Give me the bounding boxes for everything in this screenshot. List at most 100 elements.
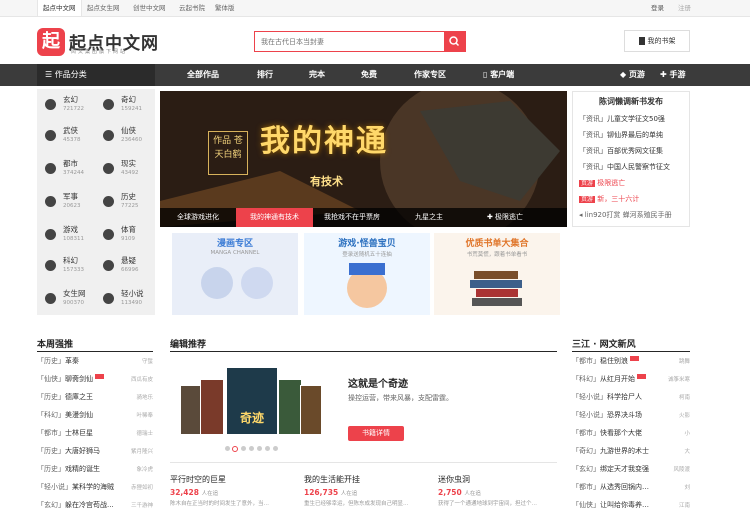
banner-tab-1[interactable]: 全球游戏进化: [160, 208, 236, 227]
site-logo[interactable]: 起 起点中文网 阅文集团旗下网站: [37, 28, 167, 56]
book-cover[interactable]: [200, 379, 224, 435]
genre-youxi[interactable]: 游戏 108311: [39, 221, 97, 248]
genre-icon: [103, 260, 114, 271]
promo-manga[interactable]: 漫画专区 MANGA CHANNEL: [172, 233, 298, 315]
news-item[interactable]: 「资讯」铆仙界最后的单纯: [579, 130, 663, 140]
genre-icon: [45, 163, 56, 174]
book-carousel[interactable]: 奇迹: [180, 365, 325, 435]
weekly-row[interactable]: 「历史」大唐好狮马 紫月隆兴: [37, 446, 153, 456]
nav-mobile-games[interactable]: ✚ 手游: [660, 64, 686, 86]
genre-lishi[interactable]: 历史 77225: [97, 188, 155, 215]
nav-finished[interactable]: 完本: [309, 64, 325, 86]
banner-author-tag: 作品 苍天白鹤: [208, 131, 248, 175]
genre-kehuan[interactable]: 科幻 157333: [39, 252, 97, 279]
site-link-chuangshi[interactable]: 创世中文网: [128, 0, 171, 16]
genre-xianshi[interactable]: 现实 43492: [97, 155, 155, 182]
news-item[interactable]: 「资讯」百部优秀网文征集: [579, 146, 663, 156]
genre-xuanyi[interactable]: 悬疑 66996: [97, 252, 155, 279]
nav-web-games[interactable]: ◆ 页游: [620, 64, 645, 86]
sanjiang-row[interactable]: 「奇幻」九游世界的术士大: [572, 446, 690, 456]
login-link[interactable]: 登录: [651, 0, 664, 16]
site-link-yunqi[interactable]: 云起书院: [174, 0, 210, 16]
news-box: 陈词懒调新书发布 「资讯」儿童文学征文50强 「资讯」铆仙界最后的单纯 「资讯」…: [572, 91, 690, 227]
genre-icon: [45, 260, 56, 271]
site-link-traditional[interactable]: 繁体版: [210, 0, 240, 16]
sanjiang-row[interactable]: 「科幻」从红月开始 诚筝米寒: [572, 374, 690, 384]
book-cover[interactable]: [278, 379, 302, 435]
category-menu[interactable]: ☰ 作品分类: [37, 64, 155, 86]
carousel-dot[interactable]: [241, 446, 246, 451]
recommended-book[interactable]: 平行时空的巨星 32,428 人在追 陈木自在正当时的时间发生了意外，当…: [170, 474, 296, 507]
weekly-row[interactable]: 「科幻」美漫剑仙 叶稀奉: [37, 410, 153, 420]
register-link[interactable]: 注册: [678, 0, 691, 16]
carousel-dot-active[interactable]: [232, 445, 238, 452]
bookshelf-button[interactable]: 我的书架: [624, 30, 690, 52]
genre-wuxia[interactable]: 武侠 45378: [39, 122, 97, 149]
search-input[interactable]: [255, 32, 445, 51]
genre-dushi[interactable]: 都市 374244: [39, 155, 97, 182]
sanjiang-row[interactable]: 「仙侠」让叫给你毒养… 江南: [572, 500, 690, 510]
carousel-dot[interactable]: [257, 446, 262, 451]
genre-qihuan[interactable]: 奇幻 159241: [97, 91, 155, 118]
sanjiang-row[interactable]: 「都市」稳住别浪 跳舞: [572, 356, 690, 366]
sanjiang-row[interactable]: 「都市」快看那个大佬小: [572, 428, 690, 438]
genre-icon: [45, 229, 56, 240]
news-item[interactable]: 页游 新，三十六计: [579, 194, 639, 204]
genre-icon: [103, 163, 114, 174]
genre-icon: [103, 293, 114, 304]
news-heading[interactable]: 陈词懒调新书发布: [573, 96, 689, 107]
hot-badge: [95, 374, 104, 379]
genre-tiyu[interactable]: 体育 9109: [97, 221, 155, 248]
banner-tab-4[interactable]: 九星之主: [391, 208, 467, 227]
banner-tab-2[interactable]: 我的神通有技术: [236, 208, 313, 227]
recommended-book[interactable]: 迷你虫洞 2,750 人在追 获得了一个通通地球到宇宙间，担过个…: [438, 474, 557, 507]
recommended-book[interactable]: 我的生活能开挂 126,735 人在追 重生已经够幸运，但陈东成发现自己明显…: [304, 474, 430, 507]
news-item[interactable]: 「资讯」儿童文学征文50强: [579, 114, 665, 124]
weekly-divider: [37, 351, 153, 352]
weekly-row[interactable]: 「仙侠」聊斋剑仙 西瓜有皮: [37, 374, 153, 384]
news-item[interactable]: 「资讯」中国人民警察节征文: [579, 162, 670, 172]
site-link-qidian-female[interactable]: 起点女生网: [82, 0, 125, 16]
weekly-row[interactable]: 「都市」士林巨星 德瑞士: [37, 428, 153, 438]
book-cover[interactable]: [300, 385, 322, 435]
promo-booklist[interactable]: 优质书单大集合 书荒莫慌，跟着书单看书: [434, 233, 560, 315]
featured-book-cover[interactable]: 奇迹: [226, 367, 278, 435]
weekly-row[interactable]: 「历史」德庫之王 骑地乐: [37, 392, 153, 402]
nav-client[interactable]: ▯ 客户端: [483, 64, 514, 86]
genre-xianxia[interactable]: 仙侠 236460: [97, 122, 155, 149]
book-cover[interactable]: [180, 385, 202, 435]
search-button[interactable]: [444, 32, 465, 51]
sanjiang-row[interactable]: 「轻小说」科学拾尸人 柯南: [572, 392, 690, 402]
weekly-row[interactable]: 「历史」革秦 守蜇: [37, 356, 153, 366]
weekly-row[interactable]: 「轻小说」某科学的海贼 赤狸如初: [37, 482, 153, 492]
book-details-button[interactable]: 书籍详情: [348, 426, 404, 441]
nav-ranking[interactable]: 排行: [257, 64, 273, 86]
hero-banner[interactable]: 作品 苍天白鹤 我的神通 有技术: [160, 91, 567, 227]
carousel-dot[interactable]: [249, 446, 254, 451]
site-link-qidian[interactable]: 起点中文网: [37, 0, 82, 16]
news-item[interactable]: 页游 极限逃亡: [579, 178, 625, 188]
genre-light-novel[interactable]: 轻小说 113490: [97, 285, 155, 312]
carousel-dot[interactable]: [273, 446, 278, 451]
genre-nvsheng[interactable]: 女生网 900370: [39, 285, 97, 312]
carousel-dot[interactable]: [265, 446, 270, 451]
genre-list: 玄幻 721722 奇幻 159241 武侠 45378 仙侠 236460 都市 374…: [37, 89, 155, 315]
banner-tab-3[interactable]: 我抢戏不在乎票房: [313, 208, 391, 227]
genre-xuanhuan[interactable]: 玄幻 721722: [39, 91, 97, 118]
featured-book-title[interactable]: 这就是个奇迹: [348, 375, 408, 390]
nav-author-zone[interactable]: 作家专区: [414, 64, 446, 86]
nav-all-works[interactable]: 全部作品: [187, 64, 219, 86]
book-icon: [638, 37, 645, 45]
promo-game[interactable]: 游戏·怪兽宝贝 登录送随机五十连抽: [304, 233, 430, 315]
genre-junshi[interactable]: 军事 20623: [39, 188, 97, 215]
sanjiang-row[interactable]: 「玄幻」绑定天才我变强 风陵渡: [572, 464, 690, 474]
banner-tab-5[interactable]: ✚ 极限逃亡: [467, 208, 543, 227]
nav-free[interactable]: 免费: [361, 64, 377, 86]
logo-subtitle: 阅文集团旗下网站: [71, 49, 128, 55]
sanjiang-row[interactable]: 「都市」从选秀回锅内… 刘: [572, 482, 690, 492]
weekly-row[interactable]: 「历史」戏精的诞生 象冷虎: [37, 464, 153, 474]
sanjiang-row[interactable]: 「轻小说」恐界决斗场 火影: [572, 410, 690, 420]
news-item[interactable]: ◂ lin920打赏 蝉河系殖民手册: [579, 210, 672, 220]
weekly-row[interactable]: 「玄幻」躲在冷宫苟战... 三千游神: [37, 500, 153, 510]
carousel-dot[interactable]: [225, 446, 230, 451]
